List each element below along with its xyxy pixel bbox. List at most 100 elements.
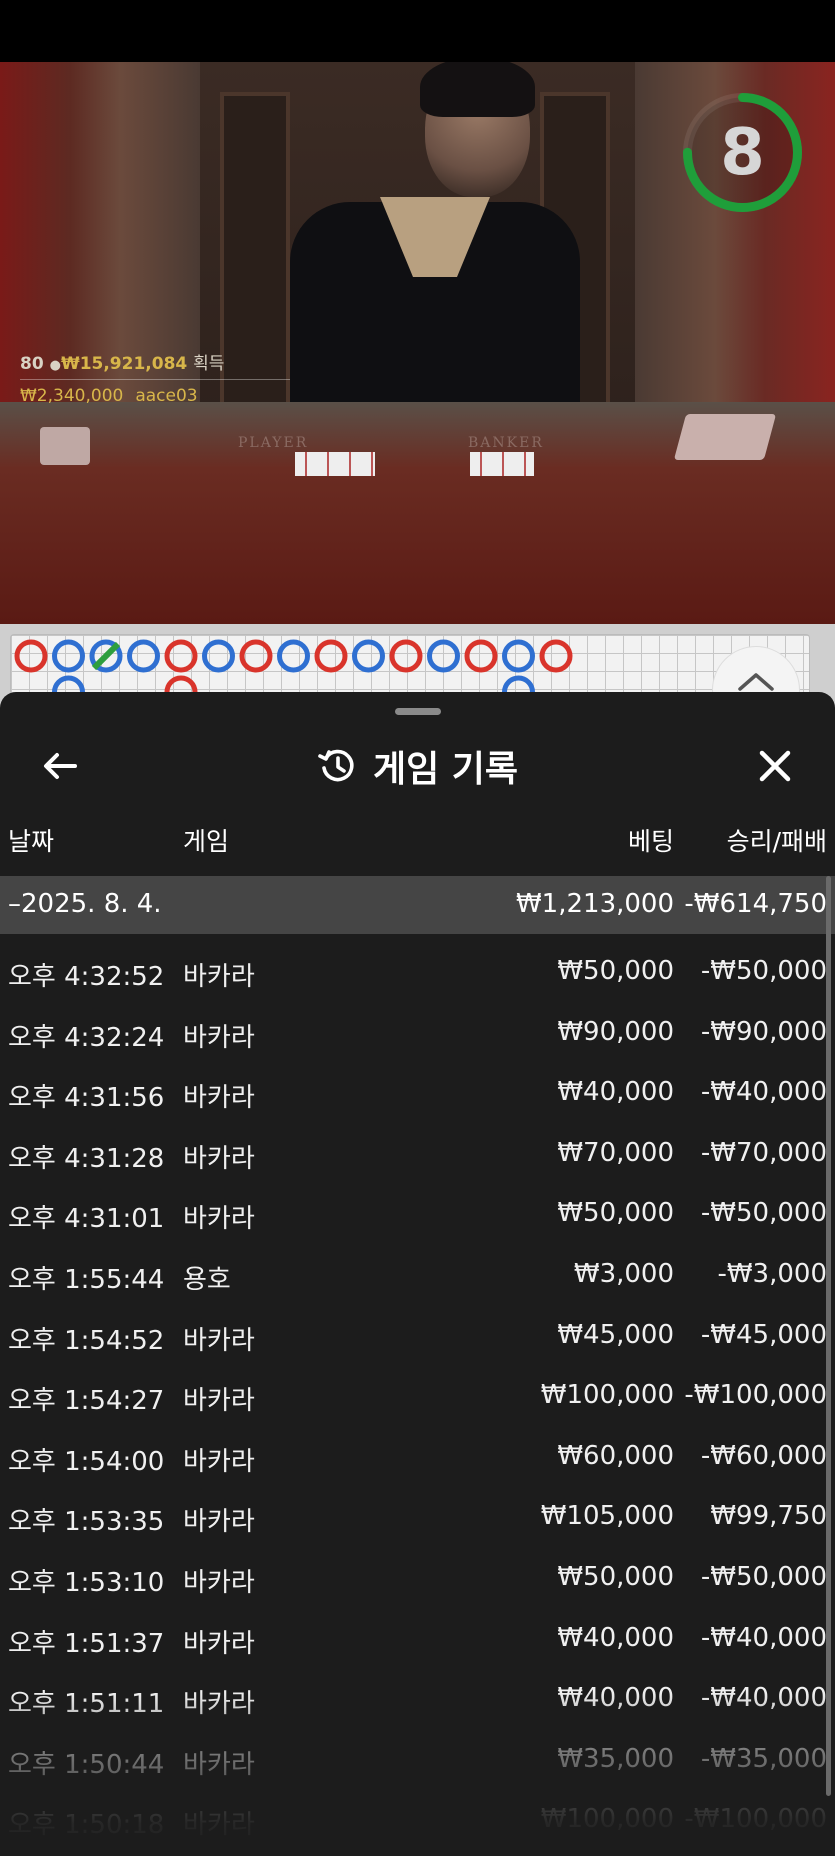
- row-game: 바카라: [183, 1143, 255, 1174]
- banker-bead: [239, 639, 273, 673]
- header-bet[interactable]: 베팅: [628, 822, 674, 858]
- row-result: -₩40,000: [700, 1622, 827, 1653]
- table-row[interactable]: 오후 4:31:28 바카라 ₩70,000 -₩70,000: [0, 1124, 835, 1185]
- scrollbar[interactable]: [826, 876, 831, 1796]
- row-time: 오후 1:54:27: [8, 1386, 165, 1417]
- close-icon: [759, 750, 791, 782]
- table-row[interactable]: 오후 1:54:27 바카라 ₩100,000 -₩100,000: [0, 1366, 835, 1427]
- card-discard-tray: [40, 427, 90, 465]
- table-row[interactable]: 오후 4:31:01 바카라 ₩50,000 -₩50,000: [0, 1184, 835, 1245]
- sheet-title: 게임 기록: [372, 749, 518, 790]
- winner-amount: ₩2,340,000: [20, 386, 124, 406]
- row-result: -₩90,000: [700, 1016, 827, 1047]
- winner-count: 80: [20, 354, 44, 374]
- win-stats: 80 ●₩15,921,084 획득: [20, 349, 224, 374]
- row-time: 오후 4:32:52: [8, 962, 165, 992]
- table-row[interactable]: 오후 1:50:44 바카라 ₩35,000 -₩35,000: [0, 1730, 835, 1791]
- close-button[interactable]: [745, 736, 805, 796]
- table-row[interactable]: 오후 4:32:24 바카라 ₩90,000 -₩90,000: [0, 1003, 835, 1064]
- table-row[interactable]: 오후 1:55:44 용호 ₩3,000 -₩3,000: [0, 1245, 835, 1306]
- table-row[interactable]: 오후 1:50:18 바카라 ₩100,000 -₩100,000: [0, 1790, 835, 1851]
- player-bead: [202, 639, 235, 673]
- table-row[interactable]: 오후 1:54:52 바카라 ₩45,000 -₩45,000: [0, 1306, 835, 1367]
- top-winner: ₩2,340,000 aace03: [20, 386, 198, 406]
- wall-panel: [220, 92, 290, 422]
- table-player-label: PLAYER: [238, 435, 309, 451]
- row-game: 용호: [183, 1264, 231, 1295]
- banker-cards: [470, 452, 534, 476]
- row-result: -₩50,000: [700, 1198, 827, 1229]
- header-result[interactable]: 승리/패배: [727, 822, 827, 858]
- table-row[interactable]: 오후 1:53:35 바카라 ₩105,000 ₩99,750: [0, 1487, 835, 1548]
- row-result: -₩40,000: [700, 1077, 827, 1108]
- row-time: 오후 1:50:18: [8, 1810, 165, 1841]
- dealer-hair: [420, 62, 535, 117]
- group-date: –2025. 8. 4.: [8, 889, 162, 919]
- game-history-sheet: 게임 기록 날짜 게임 베팅 승리/패배 –2025. 8. 4. ₩1,213…: [0, 692, 835, 1856]
- row-time: 오후 1:50:44: [8, 1749, 165, 1780]
- row-result: -₩40,000: [700, 1683, 827, 1714]
- row-time: 오후 1:55:44: [8, 1264, 165, 1295]
- row-game: 바카라: [183, 1810, 255, 1841]
- row-time: 오후 1:53:35: [8, 1507, 165, 1538]
- player-bead: [127, 639, 160, 673]
- drag-handle[interactable]: [395, 708, 441, 715]
- row-result: -₩50,000: [700, 956, 827, 986]
- row-result: -₩70,000: [700, 1137, 827, 1168]
- row-bet: ₩45,000: [557, 1319, 674, 1350]
- row-bet: ₩70,000: [557, 1137, 674, 1168]
- banker-bead: [389, 639, 423, 673]
- player-bead: [427, 639, 460, 673]
- status-bar: [0, 0, 835, 62]
- row-result: ₩99,750: [710, 1501, 827, 1532]
- date-group-row[interactable]: –2025. 8. 4. ₩1,213,000 -₩614,750: [0, 876, 835, 934]
- row-result: -₩100,000: [684, 1804, 827, 1835]
- row-time: 오후 1:54:52: [8, 1325, 165, 1356]
- player-bead: [277, 639, 310, 673]
- column-headers: 날짜 게임 베팅 승리/패배: [0, 812, 835, 868]
- row-time: 오후 4:31:01: [8, 1204, 165, 1235]
- banker-bead: [164, 639, 198, 673]
- chevron-up-icon: [738, 673, 774, 691]
- row-bet: ₩35,000: [557, 1743, 674, 1774]
- table-row[interactable]: 오후 1:54:00 바카라 ₩60,000 -₩60,000: [0, 1427, 835, 1488]
- row-time: 오후 1:51:37: [8, 1628, 165, 1659]
- header-game[interactable]: 게임: [183, 822, 229, 858]
- winner-name: aace03: [135, 386, 198, 406]
- row-time: 오후 4:31:56: [8, 1083, 165, 1114]
- arrow-left-icon: [44, 753, 77, 779]
- row-bet: ₩40,000: [557, 1622, 674, 1653]
- divider: [20, 379, 290, 380]
- row-time: 오후 4:32:24: [8, 1022, 165, 1053]
- table-row[interactable]: 오후 4:31:56 바카라 ₩40,000 -₩40,000: [0, 1063, 835, 1124]
- row-bet: ₩100,000: [540, 1380, 674, 1411]
- table-row[interactable]: 오후 1:51:37 바카라 ₩40,000 -₩40,000: [0, 1609, 835, 1670]
- header-date[interactable]: 날짜: [8, 822, 54, 858]
- row-result: -₩100,000: [684, 1380, 827, 1411]
- player-cards: [295, 452, 375, 476]
- row-result: -₩50,000: [700, 1561, 827, 1592]
- timer-value: 8: [720, 115, 765, 190]
- row-game: 바카라: [183, 1446, 255, 1477]
- row-result: -₩45,000: [700, 1319, 827, 1350]
- row-game: 바카라: [183, 1689, 255, 1720]
- row-time: 오후 1:53:10: [8, 1567, 165, 1598]
- row-bet: ₩100,000: [540, 1804, 674, 1835]
- row-game: 바카라: [183, 1567, 255, 1598]
- row-bet: ₩50,000: [557, 1561, 674, 1592]
- group-total-result: -₩614,750: [684, 889, 827, 919]
- win-suffix: 획득: [193, 354, 225, 374]
- card-shoe: [673, 414, 777, 460]
- table-row[interactable]: 오후 1:51:11 바카라 ₩40,000 -₩40,000: [0, 1669, 835, 1730]
- row-game: 바카라: [183, 1749, 255, 1780]
- row-bet: ₩3,000: [573, 1258, 674, 1289]
- table-row[interactable]: 오후 1:53:10 바카라 ₩50,000 -₩50,000: [0, 1548, 835, 1609]
- row-bet: ₩40,000: [557, 1077, 674, 1108]
- history-icon: [318, 749, 354, 782]
- row-game: 바카라: [183, 1022, 255, 1053]
- back-button[interactable]: [30, 736, 90, 796]
- row-bet: ₩50,000: [557, 1198, 674, 1229]
- table-row[interactable]: 오후 4:32:52 바카라 ₩50,000 -₩50,000: [0, 942, 835, 1003]
- row-result: -₩60,000: [700, 1440, 827, 1471]
- row-game: 바카라: [183, 1507, 255, 1538]
